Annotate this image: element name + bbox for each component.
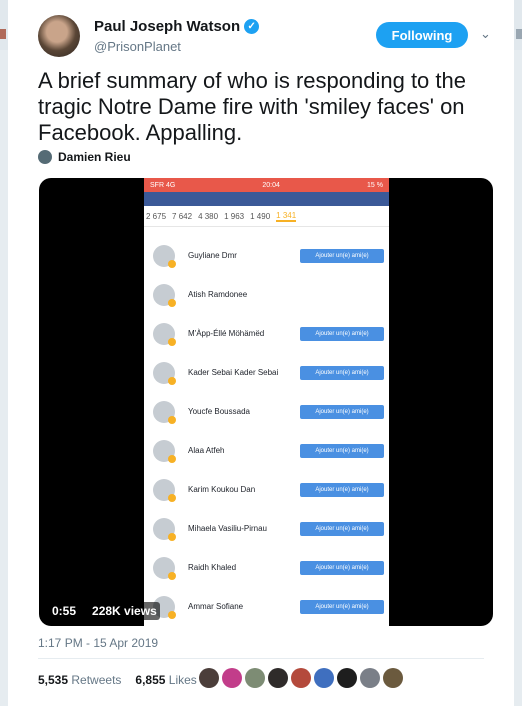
friend-name: Karim Koukou Dan [188, 485, 256, 494]
display-name[interactable]: Paul Joseph Watson [94, 18, 240, 35]
avatar[interactable] [199, 668, 219, 688]
mention[interactable]: Damien Rieu [38, 150, 131, 164]
haha-icon [168, 338, 176, 346]
phone-time: 20:04 [262, 181, 280, 189]
mention-name[interactable]: Damien Rieu [58, 150, 131, 164]
list-item: Atish Ramdonee [144, 275, 389, 314]
tweet-stats: 5,535 Retweets 6,855 Likes [38, 673, 197, 687]
haha-icon [168, 260, 176, 268]
reaction-count: 4 380 [198, 211, 219, 221]
avatar[interactable] [245, 668, 265, 688]
reaction-count: 1 963 [224, 211, 245, 221]
reaction-count: 7 642 [172, 211, 193, 221]
reaction-count: 2 675 [146, 211, 167, 221]
haha-icon [168, 494, 176, 502]
video-duration: 0:55 [49, 602, 80, 620]
list-item: Raidh Khaled Ajouter un(e) ami(e) [144, 548, 389, 587]
video-views: 228K views [89, 602, 160, 620]
likes-count[interactable]: 6,855 [135, 673, 165, 687]
background-tab-edge-right [516, 29, 522, 39]
friend-name: Alaa Atfeh [188, 446, 225, 455]
user-name[interactable]: Paul Joseph Watson ✓ [94, 18, 260, 35]
reaction-tabs: 2 675 7 642 4 380 1 963 1 490 1 341 [144, 206, 389, 227]
tweet-timestamp[interactable]: 1:17 PM - 15 Apr 2019 [38, 636, 158, 650]
phone-carrier: SFR 4G [150, 181, 176, 189]
friend-name: Mihaela Vasiliu-Pirnau [188, 524, 267, 533]
haha-icon [168, 416, 176, 424]
verified-badge-icon: ✓ [244, 19, 260, 34]
add-friend-button: Ajouter un(e) ami(e) [300, 482, 384, 497]
video-player[interactable]: SFR 4G 20:04 15 % 2 675 7 642 4 380 1 96… [39, 178, 493, 626]
add-friend-button: Ajouter un(e) ami(e) [300, 365, 384, 380]
liker-avatars [199, 668, 403, 688]
tweet-card: Paul Joseph Watson ✓ @PrisonPlanet Follo… [8, 0, 514, 706]
avatar[interactable] [314, 668, 334, 688]
avatar[interactable] [337, 668, 357, 688]
add-friend-button: Ajouter un(e) ami(e) [300, 521, 384, 536]
friend-name: Kader Sebai Kader Sebai [188, 368, 279, 377]
mention-avatar [38, 150, 52, 164]
likes-stat[interactable]: 6,855 Likes [135, 673, 196, 687]
add-friend-button: Ajouter un(e) ami(e) [300, 404, 384, 419]
haha-icon [168, 611, 176, 619]
friend-name: Ammar Sofiane [188, 602, 244, 611]
haha-icon [168, 377, 176, 385]
list-item: Guyliane Dmr Ajouter un(e) ami(e) [144, 236, 389, 275]
friend-list: Guyliane Dmr Ajouter un(e) ami(e) Atish … [144, 236, 389, 626]
avatar[interactable] [383, 668, 403, 688]
divider [38, 658, 484, 659]
following-button[interactable]: Following [376, 22, 468, 48]
add-friend-button: Ajouter un(e) ami(e) [300, 560, 384, 575]
haha-icon [168, 299, 176, 307]
avatar[interactable] [38, 15, 80, 57]
friend-name: Atish Ramdonee [188, 290, 248, 299]
friend-name: M'Àpp-Éllé Möhämëd [188, 329, 265, 338]
avatar[interactable] [268, 668, 288, 688]
chevron-down-icon[interactable]: ⌄ [480, 26, 491, 42]
list-item: Kader Sebai Kader Sebai Ajouter un(e) am… [144, 353, 389, 392]
avatar[interactable] [222, 668, 242, 688]
reaction-count: 1 490 [250, 211, 271, 221]
background-tab-edge [0, 29, 6, 39]
add-friend-button: Ajouter un(e) ami(e) [300, 248, 384, 263]
phone-battery: 15 % [367, 181, 383, 189]
user-handle[interactable]: @PrisonPlanet [94, 39, 181, 54]
facebook-header-bar [144, 192, 389, 206]
list-item: Youcfe Boussada Ajouter un(e) ami(e) [144, 392, 389, 431]
retweets-stat[interactable]: 5,535 Retweets [38, 673, 121, 687]
haha-icon [168, 533, 176, 541]
avatar[interactable] [291, 668, 311, 688]
retweets-count[interactable]: 5,535 [38, 673, 68, 687]
friend-name: Guyliane Dmr [188, 251, 237, 260]
phone-status-bar: SFR 4G 20:04 15 % [144, 178, 389, 192]
haha-icon [168, 572, 176, 580]
phone-screenshot: SFR 4G 20:04 15 % 2 675 7 642 4 380 1 96… [144, 178, 389, 626]
friend-name: Youcfe Boussada [188, 407, 250, 416]
add-friend-button: Ajouter un(e) ami(e) [300, 326, 384, 341]
reaction-count-active: 1 341 [276, 210, 297, 222]
video-overlay: 0:55 228K views [49, 602, 160, 620]
list-item: M'Àpp-Éllé Möhämëd Ajouter un(e) ami(e) [144, 314, 389, 353]
likes-label[interactable]: Likes [169, 673, 197, 687]
add-friend-button: Ajouter un(e) ami(e) [300, 443, 384, 458]
list-item: Karim Koukou Dan Ajouter un(e) ami(e) [144, 470, 389, 509]
add-friend-button: Ajouter un(e) ami(e) [300, 599, 384, 614]
retweets-label[interactable]: Retweets [71, 673, 121, 687]
tweet-text: A brief summary of who is responding to … [38, 68, 466, 145]
avatar[interactable] [360, 668, 380, 688]
list-item: Ammar Sofiane Ajouter un(e) ami(e) [144, 587, 389, 626]
list-item: Alaa Atfeh Ajouter un(e) ami(e) [144, 431, 389, 470]
haha-icon [168, 455, 176, 463]
list-item: Mihaela Vasiliu-Pirnau Ajouter un(e) ami… [144, 509, 389, 548]
friend-name: Raidh Khaled [188, 563, 237, 572]
